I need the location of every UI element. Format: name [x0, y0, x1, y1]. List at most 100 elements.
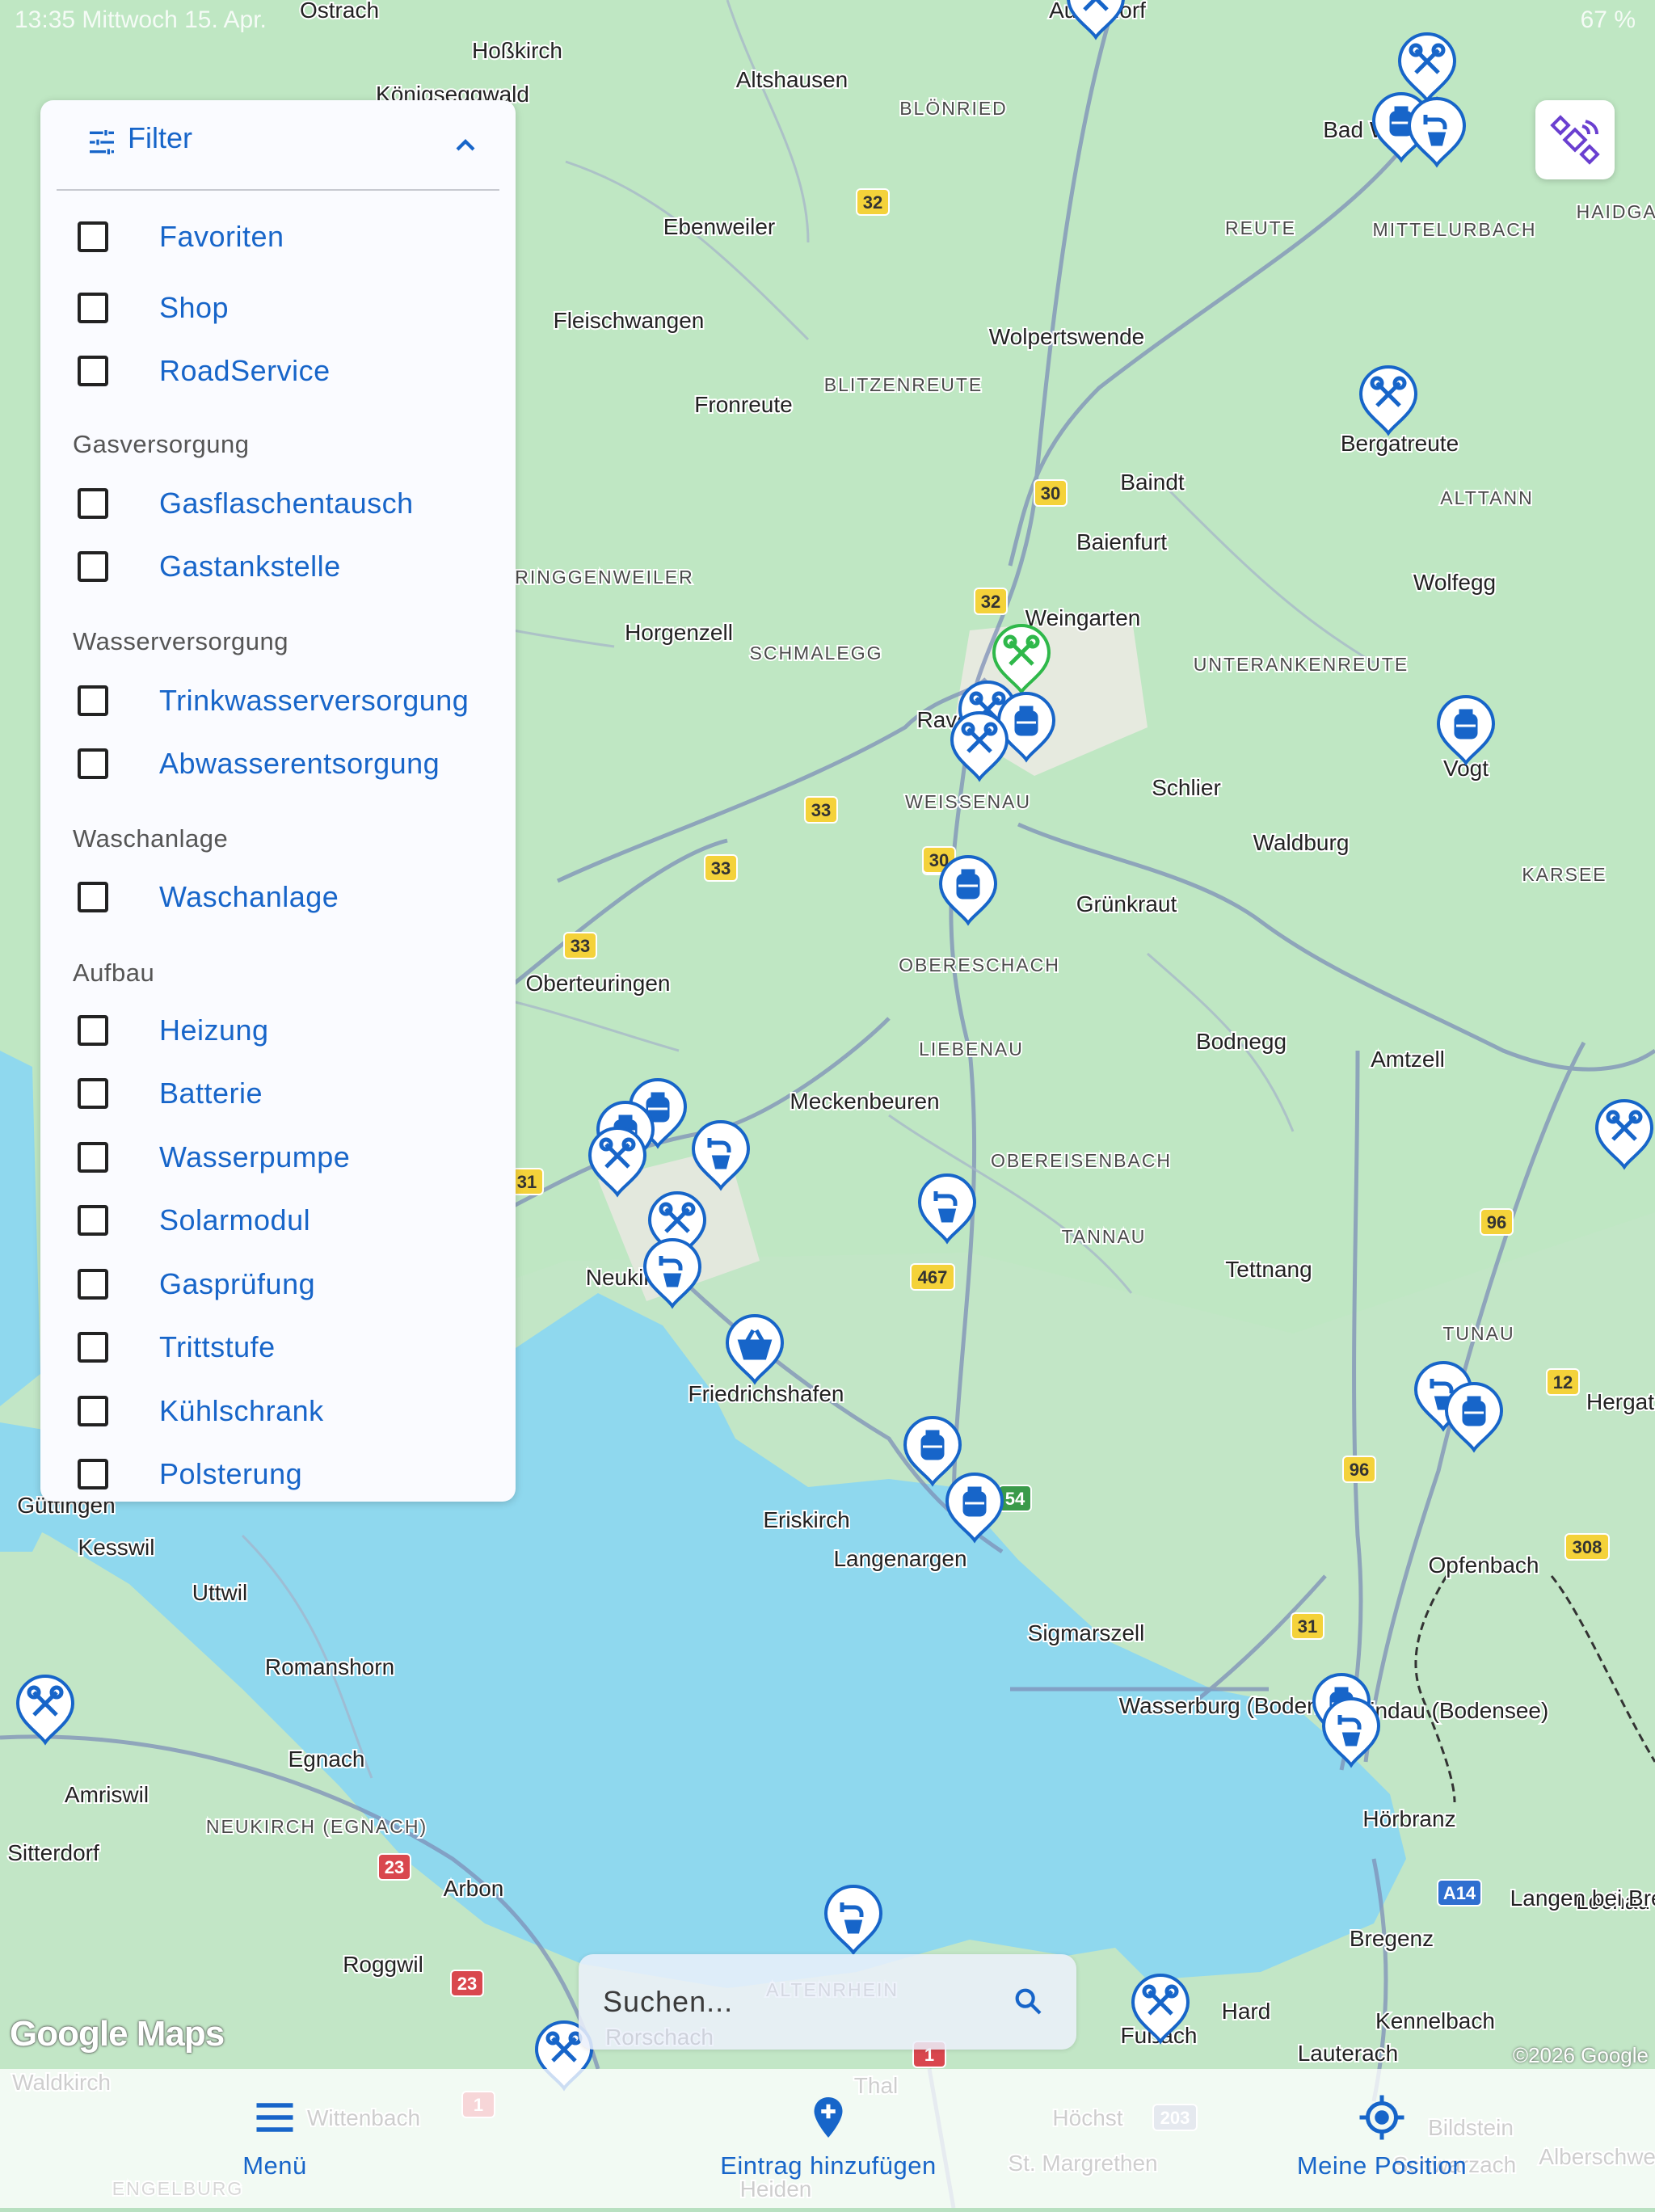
filter-option[interactable]: Waschanlage	[40, 875, 516, 924]
map-place-label: Oberteuringen	[525, 971, 670, 996]
map-place-label: Wolpertswende	[989, 324, 1144, 349]
filter-option[interactable]: Heizung	[40, 1009, 516, 1057]
road-shield-label: 12	[1553, 1372, 1573, 1393]
map-place-label: Amriswil	[65, 1782, 149, 1807]
checkbox[interactable]	[78, 748, 108, 779]
filter-option[interactable]: Wasserpumpe	[40, 1135, 516, 1184]
map-place-label: Lindau (Bodensee)	[1358, 1698, 1549, 1723]
road-shield-label: 31	[1298, 1616, 1317, 1637]
map-place-label: Lauterach	[1298, 2041, 1399, 2066]
map-place-label: BLÖNRIED	[899, 98, 1008, 119]
map-place-label: Bodnegg	[1196, 1029, 1287, 1054]
menu-label: Menü	[242, 2151, 307, 2180]
road-shield-label: 33	[571, 936, 590, 956]
filter-option[interactable]: RoadService	[40, 349, 516, 398]
filter-option-label: Trittstufe	[159, 1330, 276, 1363]
filter-option[interactable]: Batterie	[40, 1072, 516, 1120]
map-place-label: REUTE	[1225, 217, 1296, 238]
checkbox[interactable]	[78, 551, 108, 582]
checkbox[interactable]	[78, 1142, 108, 1173]
road-shield-label: 31	[517, 1172, 537, 1192]
filter-option[interactable]: Shop	[40, 286, 516, 335]
filter-option[interactable]: Gastankstelle	[40, 545, 516, 593]
filter-section-title: Aufbau	[73, 959, 155, 987]
checkbox[interactable]	[78, 488, 108, 519]
road-shield-label: 467	[918, 1267, 948, 1287]
map-place-label: RINGGENWEILER	[515, 567, 694, 588]
map-place-label: Weingarten	[1025, 605, 1141, 630]
menu-icon	[256, 2103, 293, 2132]
map-place-label: ALTTANN	[1440, 487, 1533, 508]
road-shield-label: 23	[457, 1974, 477, 1994]
map-place-label: Amtzell	[1371, 1047, 1445, 1072]
checkbox[interactable]	[78, 221, 108, 252]
map-type-button[interactable]	[1535, 100, 1615, 179]
filter-option-label: Gasprüfung	[159, 1267, 316, 1300]
filter-option-label: Gasflaschentausch	[159, 487, 414, 520]
menu-button[interactable]: Menü	[186, 2069, 364, 2208]
checkbox[interactable]	[78, 1078, 108, 1109]
map-place-label: Kesswil	[78, 1535, 155, 1560]
map-place-label: UNTERANKENREUTE	[1194, 654, 1409, 675]
checkbox[interactable]	[78, 1269, 108, 1300]
checkbox[interactable]	[78, 1396, 108, 1426]
road-shield-label: 30	[1041, 483, 1060, 503]
map-place-label: Baienfurt	[1076, 529, 1167, 554]
checkbox[interactable]	[78, 356, 108, 386]
checkbox[interactable]	[78, 1332, 108, 1363]
filter-option[interactable]: Solarmodul	[40, 1199, 516, 1247]
map-place-label: Uttwil	[192, 1580, 247, 1605]
filter-option[interactable]: Trittstufe	[40, 1325, 516, 1374]
filter-option[interactable]: Polsterung	[40, 1452, 516, 1501]
filter-option[interactable]: Kühlschrank	[40, 1389, 516, 1438]
checkbox[interactable]	[78, 1015, 108, 1046]
add-entry-button[interactable]: Eintrag hinzufügen	[695, 2069, 962, 2208]
map-place-label: Kennelbach	[1375, 2008, 1495, 2033]
checkbox[interactable]	[78, 685, 108, 716]
map-place-label: KARSEE	[1522, 864, 1607, 885]
map-place-label: MITTELURBACH	[1373, 219, 1537, 240]
filter-option[interactable]: Trinkwasserversorgung	[40, 679, 516, 727]
map-place-label: Altshausen	[736, 67, 849, 92]
checkbox[interactable]	[78, 1459, 108, 1489]
filter-header[interactable]: Filter	[57, 100, 499, 191]
my-position-button[interactable]: Meine Position	[1285, 2069, 1479, 2208]
filter-option-label: Wasserpumpe	[159, 1140, 351, 1173]
road-shield-label: 54	[1005, 1489, 1025, 1509]
map-place-label: OBERESCHACH	[899, 954, 1060, 975]
search-bar[interactable]: Suchen...	[579, 1954, 1076, 2050]
filter-option[interactable]: Abwasserentsorgung	[40, 742, 516, 790]
status-bar: 13:35 Mittwoch 15. Apr. 67 %	[0, 0, 1655, 40]
filter-option-label: Favoriten	[159, 220, 284, 253]
filter-option-label: RoadService	[159, 354, 331, 387]
map-place-label: Horgenzell	[625, 620, 733, 645]
checkbox[interactable]	[78, 882, 108, 912]
map-place-label: Sitterdorf	[7, 1840, 99, 1865]
map-place-label: WEISSENAU	[905, 791, 1031, 812]
map-place-label: Fronreute	[694, 392, 792, 417]
road-shield-label: 96	[1487, 1212, 1506, 1232]
road-shield-label: 32	[981, 592, 1000, 612]
checkbox[interactable]	[78, 293, 108, 323]
satellite-icon	[1550, 115, 1600, 165]
search-input[interactable]: Suchen...	[603, 1985, 733, 2019]
filter-option-label: Solarmodul	[159, 1203, 311, 1237]
filter-option-label: Kühlschrank	[159, 1394, 324, 1427]
filter-option[interactable]: Favoriten	[40, 215, 516, 263]
filter-option-label: Heizung	[159, 1013, 269, 1047]
filter-option[interactable]: Gasflaschentausch	[40, 482, 516, 530]
map-place-label: NEUKIRCH (EGNACH)	[206, 1816, 427, 1837]
map-place-label: Langen bei Bregenz	[1510, 1885, 1655, 1911]
filter-option[interactable]: Gasprüfung	[40, 1262, 516, 1311]
search-icon[interactable]	[1012, 1985, 1044, 2017]
road-shield-label: 33	[711, 858, 731, 878]
chevron-up-icon[interactable]	[449, 129, 482, 162]
road-shield-label: 308	[1573, 1537, 1602, 1557]
map-place-label: Eriskirch	[763, 1507, 849, 1532]
filter-option-label: Abwasserentsorgung	[159, 747, 440, 780]
map-place-label: SCHMALEGG	[750, 643, 883, 664]
road-shield-label: 33	[811, 800, 831, 820]
map-place-label: Bregenz	[1350, 1926, 1434, 1951]
checkbox[interactable]	[78, 1205, 108, 1236]
map-place-label: OBEREISENBACH	[991, 1150, 1172, 1171]
